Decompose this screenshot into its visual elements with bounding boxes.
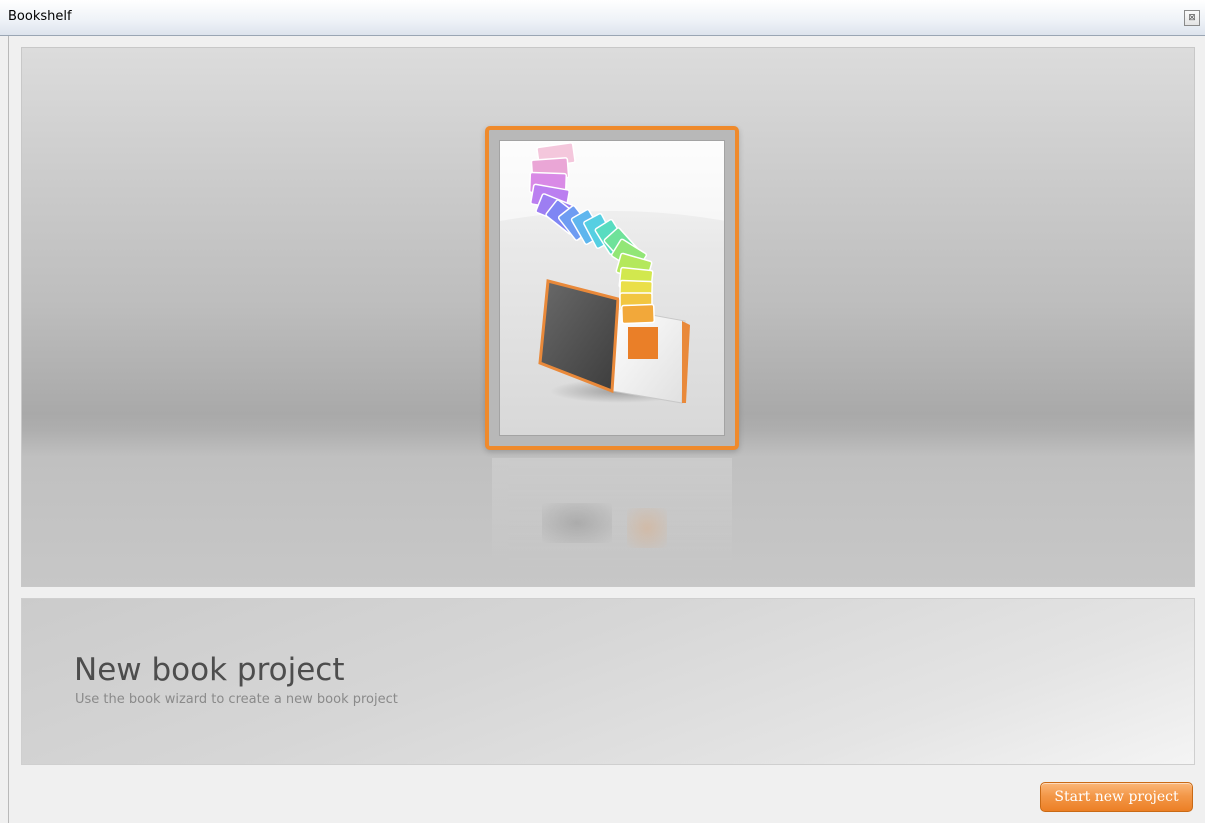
window-title: Bookshelf [8,9,72,24]
close-icon[interactable]: ⊠ [1184,10,1200,26]
project-description: Use the book wizard to create a new book… [75,692,398,707]
title-bar: Bookshelf ⊠ [0,0,1205,36]
project-showcase [21,47,1195,587]
project-info-panel: New book project Use the book wizard to … [21,598,1195,765]
start-new-project-button[interactable]: Start new project [1040,782,1193,812]
thumbnail-reflection [492,458,732,568]
book-wizard-icon [499,140,725,436]
window-left-border [8,36,9,823]
project-thumbnail[interactable] [485,126,739,450]
project-title: New book project [74,652,345,688]
bookshelf-window: Bookshelf ⊠ New book project Use the boo… [0,0,1205,823]
